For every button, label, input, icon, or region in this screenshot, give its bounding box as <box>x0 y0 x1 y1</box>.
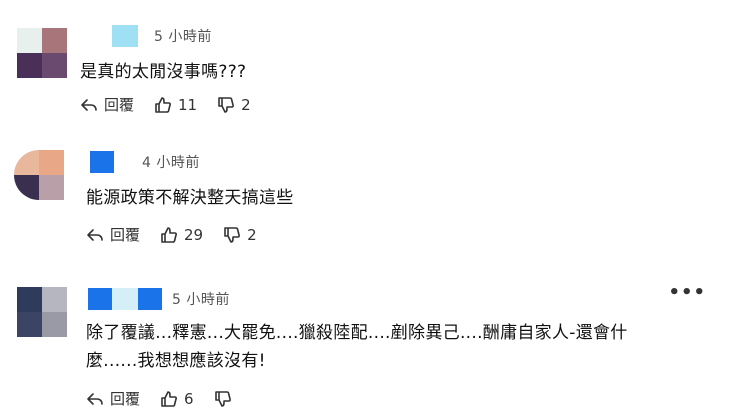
dislike-button[interactable]: 2 <box>223 226 257 244</box>
thumbs-down-icon <box>218 96 235 113</box>
like-count: 11 <box>178 95 198 114</box>
comment-actions: 回覆 29 2 <box>86 224 277 245</box>
reply-icon <box>87 228 103 241</box>
avatar[interactable] <box>17 287 67 337</box>
reply-icon <box>81 98 97 111</box>
username[interactable]: 5 小時前 <box>88 287 230 311</box>
avatar[interactable] <box>14 150 64 200</box>
username[interactable]: 4 小時前 <box>90 150 200 174</box>
comment-text-line-1: 除了覆議...釋憲...大罷免....獵殺陸配....剷除異己....酬庸自家人… <box>86 323 628 343</box>
thumbs-down-icon <box>214 390 231 407</box>
reply-label: 回覆 <box>104 96 135 114</box>
reply-button[interactable]: 回覆 <box>86 388 140 409</box>
more-options-button[interactable]: ••• <box>668 282 706 303</box>
timestamp: 5 小時前 <box>154 29 212 45</box>
comment-text: 是真的太閒沒事嗎??? <box>80 62 247 82</box>
timestamp: 5 小時前 <box>172 292 230 308</box>
timestamp: 4 小時前 <box>142 155 200 171</box>
like-button[interactable]: 29 <box>160 226 203 244</box>
comment-text: 能源政策不解決整天搞這些 <box>86 188 294 208</box>
reply-label: 回覆 <box>110 226 141 244</box>
like-count: 29 <box>184 225 204 244</box>
reply-label: 回覆 <box>110 390 141 408</box>
reply-button[interactable]: 回覆 <box>86 224 140 245</box>
comment-text-line-2: 麼......我想想應該沒有! <box>86 351 266 371</box>
dislike-button[interactable]: 2 <box>217 96 251 114</box>
username[interactable]: 5 小時前 <box>112 24 212 48</box>
like-count: 6 <box>184 389 194 408</box>
dislike-count: 2 <box>247 225 257 244</box>
reply-icon <box>87 392 103 405</box>
comment-3: 5 小時前 除了覆議...釋憲...大罷免....獵殺陸配....剷除異己...… <box>0 287 750 417</box>
avatar[interactable] <box>17 28 67 78</box>
comment-actions: 回覆 6 <box>86 388 258 409</box>
comment-2: 4 小時前 能源政策不解決整天搞這些 回覆 29 2 <box>0 150 750 260</box>
reply-button[interactable]: 回覆 <box>80 94 134 115</box>
dislike-button[interactable] <box>214 390 238 408</box>
comment-actions: 回覆 11 2 <box>80 94 271 115</box>
thumbs-up-icon <box>161 226 178 243</box>
dislike-count: 2 <box>241 95 251 114</box>
like-button[interactable]: 6 <box>160 390 194 408</box>
thumbs-up-icon <box>161 390 178 407</box>
thumbs-down-icon <box>224 226 241 243</box>
like-button[interactable]: 11 <box>154 96 197 114</box>
comment-1: 5 小時前 是真的太閒沒事嗎??? 回覆 11 2 <box>0 24 750 124</box>
thumbs-up-icon <box>155 96 172 113</box>
